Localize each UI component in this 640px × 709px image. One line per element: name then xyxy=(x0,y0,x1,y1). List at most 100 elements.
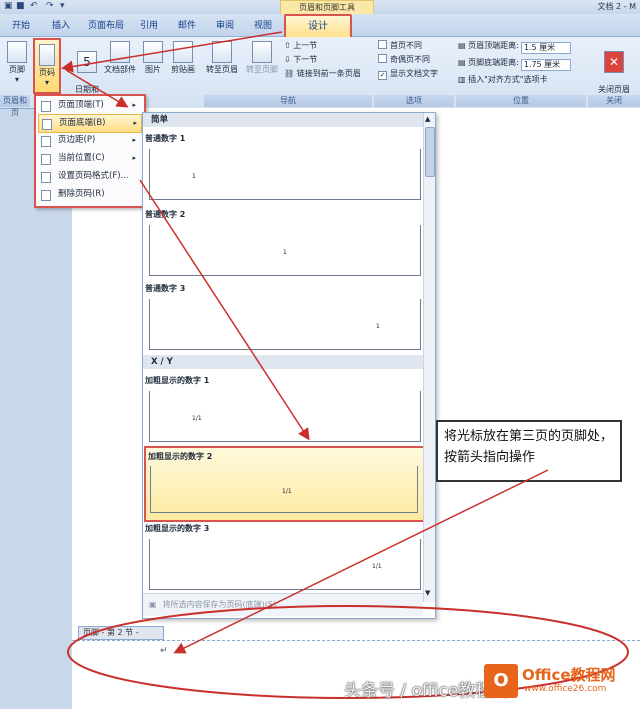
gallery-item-label: 加粗显示的数字 1 xyxy=(145,376,210,385)
gallery-scrollbar[interactable]: ▲ ▼ xyxy=(423,113,435,602)
brand-name: Office教程网 xyxy=(522,666,616,684)
clipart-button[interactable]: 剪贴画 xyxy=(168,41,198,75)
goto-header-icon xyxy=(212,41,232,63)
scroll-thumb[interactable] xyxy=(425,127,435,177)
save-selection-to-gallery[interactable]: ▣ 将所选内容保存为页码(底端)(S) xyxy=(143,593,423,616)
thumbnail-frame: 1/1 xyxy=(150,466,418,513)
scroll-down-icon[interactable]: ▼ xyxy=(425,589,430,597)
doc-parts-button[interactable]: 文档部件 xyxy=(102,41,138,75)
show-document-text-checkbox[interactable]: ✓ 显示文档文字 xyxy=(378,68,438,80)
footer-distance-spinner[interactable]: 1.75 厘米 xyxy=(520,59,571,71)
office-logo-icon: O xyxy=(484,664,518,698)
page-number-gallery: 简单 普通数字 1 1 普通数字 2 1 普通数字 3 1 X / Y 加粗显示… xyxy=(142,112,436,619)
checkbox-icon xyxy=(378,54,387,63)
format-icon xyxy=(41,172,51,183)
first-page-different-checkbox[interactable]: 首页不同 xyxy=(378,40,422,52)
header-distance-icon: ▤ xyxy=(458,41,466,50)
gallery-item-bold-number-1[interactable]: 1/1 xyxy=(149,391,421,442)
tab-references[interactable]: 引用 xyxy=(138,18,160,34)
brand-url: www.office26.com xyxy=(524,684,607,694)
gallery-item-bold-number-2[interactable]: 加粗显示的数字 2 1/1 xyxy=(144,446,425,522)
link-icon: ⛓ xyxy=(284,69,295,78)
page-number-menu: 页面顶端(T) ▸ 页面底端(B) ▸ 页边距(P) ▸ 当前位置(C) ▸ 设… xyxy=(34,94,146,208)
checkmark-icon: ✓ xyxy=(378,71,387,80)
sample-number: 1/1 xyxy=(192,415,202,422)
scroll-up-icon[interactable]: ▲ xyxy=(425,115,430,123)
gallery-item-label: 普通数字 2 xyxy=(145,210,186,219)
page-top-icon xyxy=(41,101,51,112)
gallery-section-simple: 简单 xyxy=(143,113,431,127)
header-distance-spinner[interactable]: 1.5 厘米 xyxy=(520,42,571,54)
header-distance-row: ▤ 页眉顶端距离: 1.5 厘米 xyxy=(458,40,571,54)
tab-design[interactable]: 设计 xyxy=(284,14,352,39)
gallery-item-plain-number-2[interactable]: 1 xyxy=(149,225,421,276)
prev-section-button[interactable]: ⇧ 上一节 xyxy=(284,40,317,52)
footer-boundary xyxy=(72,640,640,641)
tab-view[interactable]: 视图 xyxy=(252,18,274,34)
menu-item-current-position[interactable]: 当前位置(C) ▸ xyxy=(38,150,140,167)
group-label-options: 选项 xyxy=(374,95,454,107)
checkbox-icon xyxy=(378,40,387,49)
picture-button[interactable]: 图片 xyxy=(142,41,164,75)
redo-icon[interactable]: ↷ xyxy=(46,1,54,11)
next-section-icon: ⇩ xyxy=(284,55,291,64)
sample-number: 1 xyxy=(283,249,287,256)
current-position-icon xyxy=(41,154,51,165)
save-gallery-icon: ▣ xyxy=(149,600,157,609)
submenu-arrow-icon: ▸ xyxy=(132,101,136,109)
footer-button[interactable]: 页脚 ▾ xyxy=(4,41,30,85)
insert-alignment-tab-button[interactable]: ▥ 插入"对齐方式"选项卡 xyxy=(458,74,547,86)
annotation-callout: 将光标放在第三页的页脚处，按箭头指向操作 xyxy=(436,420,622,482)
tab-page-layout[interactable]: 页面布局 xyxy=(86,18,126,34)
tab-mailings[interactable]: 邮件 xyxy=(176,18,198,34)
gallery-item-plain-number-1[interactable]: 1 xyxy=(149,149,421,200)
tab-insert[interactable]: 插入 xyxy=(50,18,72,34)
group-label-position: 位置 xyxy=(456,95,586,107)
document-title: 文档 2 - M xyxy=(597,2,636,11)
alignment-tab-icon: ▥ xyxy=(458,75,466,84)
tab-home[interactable]: 开始 xyxy=(10,18,32,34)
calendar-icon: 5 xyxy=(77,51,97,73)
context-tools-label: 页眉和页脚工具 xyxy=(280,0,374,15)
clipart-icon xyxy=(173,41,193,63)
odd-even-different-checkbox[interactable]: 奇偶页不同 xyxy=(378,54,430,66)
goto-footer-button[interactable]: 转至页脚 xyxy=(244,41,280,75)
close-icon: ✕ xyxy=(604,51,624,73)
gallery-item-bold-number-3[interactable]: 1/1 xyxy=(149,539,421,590)
next-section-button[interactable]: ⇩ 下一节 xyxy=(284,54,317,66)
gallery-item-label: 普通数字 3 xyxy=(145,284,186,293)
ribbon-tab-bar: 开始 插入 页面布局 引用 邮件 审阅 视图 设计 xyxy=(0,14,640,39)
submenu-arrow-icon: ▸ xyxy=(132,136,136,144)
picture-icon xyxy=(143,41,163,63)
word-logo-icon[interactable]: ▣ xyxy=(4,1,13,11)
footer-distance-row: ▤ 页脚底端距离: 1.75 厘米 xyxy=(458,57,571,71)
undo-icon[interactable]: ↶ xyxy=(30,1,38,11)
page-bottom-icon xyxy=(42,119,52,130)
page-number-icon xyxy=(39,44,55,66)
page-number-button[interactable]: 页码 ▾ xyxy=(33,38,61,94)
customize-icon[interactable]: ▾ xyxy=(60,1,65,11)
footer-distance-icon: ▤ xyxy=(458,58,466,67)
goto-footer-icon xyxy=(252,41,272,63)
submenu-arrow-icon: ▸ xyxy=(132,154,136,162)
menu-item-bottom-of-page[interactable]: 页面底端(B) ▸ xyxy=(38,114,142,133)
goto-header-button[interactable]: 转至页眉 xyxy=(204,41,240,75)
save-icon[interactable]: ■ xyxy=(16,1,25,11)
menu-item-remove-page-numbers[interactable]: 删除页码(R) xyxy=(38,186,140,203)
title-bar: ▣ ■ ↶ ↷ ▾ 页眉和页脚工具 文档 2 - M xyxy=(0,0,640,15)
gallery-item-plain-number-3[interactable]: 1 xyxy=(149,299,421,350)
doc-parts-icon xyxy=(110,41,130,63)
sample-number: 1/1 xyxy=(282,488,292,495)
paragraph-mark[interactable]: ↵ xyxy=(160,646,168,656)
menu-item-page-margins[interactable]: 页边距(P) ▸ xyxy=(38,132,140,149)
brand-logo: O Office教程网 www.office26.com xyxy=(484,660,636,704)
footer-icon xyxy=(7,41,27,63)
prev-section-icon: ⇧ xyxy=(284,41,291,50)
gallery-item-label: 加粗显示的数字 3 xyxy=(145,524,210,533)
link-previous-button[interactable]: ⛓ 链接到前一条页眉 xyxy=(284,68,361,80)
group-label-close: 关闭 xyxy=(588,95,640,107)
menu-item-top-of-page[interactable]: 页面顶端(T) ▸ xyxy=(38,97,140,114)
tab-review[interactable]: 审阅 xyxy=(214,18,236,34)
menu-item-format-page-numbers[interactable]: 设置页码格式(F)... xyxy=(38,168,140,185)
remove-icon xyxy=(41,190,51,201)
